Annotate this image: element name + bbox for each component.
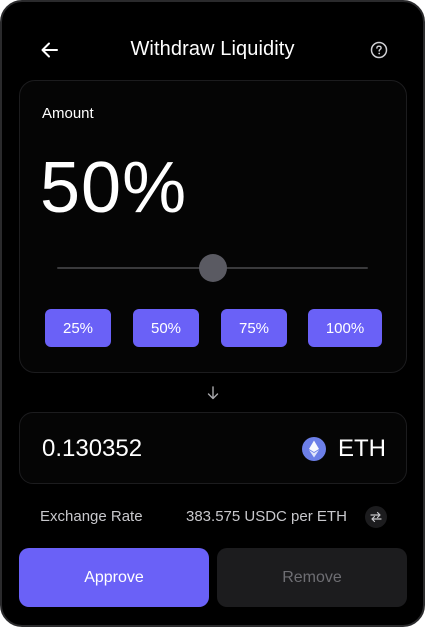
amount-value: 50% [40, 148, 188, 228]
question-circle-icon [370, 41, 388, 59]
page-title: Withdraw Liquidity [130, 38, 295, 60]
amount-slider[interactable] [57, 253, 368, 283]
token-display: ETH [302, 433, 386, 465]
preset-50-button[interactable]: 50% [133, 309, 199, 347]
amount-label: Amount [42, 105, 94, 122]
output-amount: 0.130352 [42, 435, 143, 462]
help-button[interactable] [368, 39, 390, 61]
swap-rate-button[interactable] [365, 506, 387, 528]
exchange-rate-label: Exchange Rate [40, 508, 143, 525]
remove-button[interactable]: Remove [217, 548, 407, 607]
preset-buttons: 25% 50% 75% 100% [45, 309, 385, 347]
amount-card: Amount 50% 25% 50% 75% 100% [19, 80, 407, 373]
slider-thumb[interactable] [198, 254, 227, 282]
swap-arrows-icon [370, 511, 382, 523]
preset-100-button[interactable]: 100% [308, 309, 382, 347]
ethereum-icon [302, 437, 326, 461]
approve-button[interactable]: Approve [19, 548, 209, 607]
output-card: 0.130352 ETH [19, 412, 407, 484]
withdraw-liquidity-window: Withdraw Liquidity Amount 50% 25% 50% 75… [0, 0, 425, 627]
preset-75-button[interactable]: 75% [221, 309, 287, 347]
token-symbol: ETH [338, 435, 386, 462]
arrow-down-icon [204, 384, 222, 402]
preset-25-button[interactable]: 25% [45, 309, 111, 347]
exchange-rate-value: 383.575 USDC per ETH [186, 508, 347, 525]
